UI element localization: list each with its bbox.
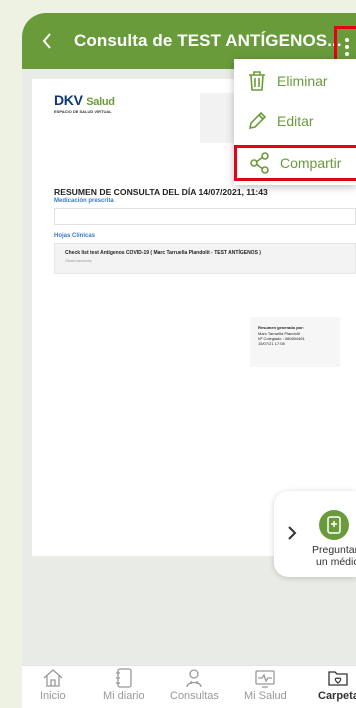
chevron-right-icon[interactable]: [288, 526, 297, 545]
menu-item-label: Compartir: [280, 155, 342, 171]
back-button[interactable]: [22, 33, 56, 49]
ask-doctor-widget[interactable]: Preguntar a un médico: [274, 491, 356, 577]
diary-icon: [115, 668, 132, 688]
hojas-label: Hojas Clínicas: [54, 233, 96, 239]
page-title: Consulta de TEST ANTÍGENOS...: [74, 31, 342, 50]
tab-label: Inicio: [40, 690, 66, 702]
tab-inicio[interactable]: Inicio: [40, 668, 66, 708]
health-chart-icon: [255, 670, 276, 688]
doctor-icon: [186, 669, 203, 688]
medicacion-box: [54, 208, 356, 225]
chevron-left-icon: [42, 33, 51, 49]
ask-line1: Preguntar a: [312, 544, 356, 556]
generado-date: 15/07/21 17:08: [258, 341, 285, 346]
medicacion-label: Medicación prescrita: [54, 198, 114, 204]
generado-title: Resumen generado por:: [258, 325, 305, 330]
tab-label: Carpeta: [318, 690, 356, 702]
menu-item-eliminar[interactable]: Eliminar: [234, 63, 356, 99]
logo-subtitle: ESPACIO DE SALUD VIRTUAL: [54, 109, 112, 114]
tab-mi-salud[interactable]: Mi Salud: [244, 668, 287, 708]
tab-label: Mi diario: [103, 690, 145, 702]
menu-item-compartir[interactable]: Compartir: [234, 145, 356, 181]
menu-item-label: Eliminar: [277, 73, 328, 89]
kebab-dot-icon: [344, 52, 349, 56]
dkv-logo: DKV Salud ESPACIO DE SALUD VIRTUAL: [54, 92, 115, 114]
hojas-item-title: Check list test Antígenos COVID-19 ( Mar…: [65, 250, 261, 256]
tab-label: Mi Salud: [244, 690, 287, 702]
options-menu: Eliminar Editar Compartir: [234, 59, 356, 185]
kebab-dot-icon: [344, 38, 349, 42]
pencil-icon: [248, 111, 267, 130]
doctor-chat-icon: [319, 510, 349, 540]
generado-box: Resumen generado por: Marc Tarruella Pla…: [250, 317, 340, 367]
tab-mi-diario[interactable]: Mi diario: [103, 668, 145, 708]
kebab-dot-icon: [344, 45, 349, 49]
ask-line2: un médico: [316, 556, 356, 568]
menu-item-label: Editar: [277, 113, 314, 129]
tab-consultas[interactable]: Consultas: [170, 668, 219, 708]
app-screen: Consulta de TEST ANTÍGENOS... DKV Salud …: [22, 13, 356, 708]
tab-carpeta[interactable]: Carpeta: [318, 668, 356, 708]
resumen-title: RESUMEN DE CONSULTA DEL DÍA 14/07/2021, …: [54, 187, 268, 197]
menu-item-editar[interactable]: Editar: [234, 103, 356, 139]
bottom-tab-bar: Inicio Mi diario Consultas Mi Salud Carp…: [22, 665, 356, 708]
folder-heart-icon: [328, 671, 349, 686]
trash-icon: [249, 71, 265, 91]
logo-brand: DKV: [54, 92, 83, 108]
hojas-observaciones: Observaciones: [65, 258, 92, 263]
hojas-box: Check list test Antígenos COVID-19 ( Mar…: [54, 243, 356, 274]
home-icon: [43, 669, 63, 687]
logo-salud: Salud: [86, 96, 115, 108]
tab-label: Consultas: [170, 690, 219, 702]
share-icon: [250, 152, 269, 174]
